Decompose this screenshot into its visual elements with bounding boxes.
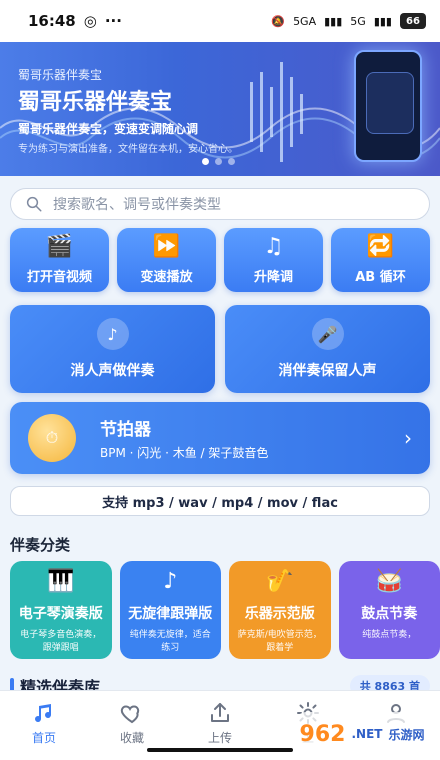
carousel-dot[interactable]: [215, 158, 222, 165]
chevron-right-icon: ›: [404, 426, 412, 450]
fast-forward-icon: ⏩: [152, 233, 181, 259]
battery-indicator: 66: [400, 13, 426, 29]
tab-favorites[interactable]: 收藏: [92, 701, 172, 746]
tool-label: 打开音视频: [26, 269, 92, 285]
search-placeholder: 搜索歌名、调号或伴奏类型: [53, 197, 221, 213]
search-icon: [26, 196, 42, 212]
network-indicator: 5GA: [293, 14, 317, 28]
category-card[interactable]: 🎹 电子琴演奏版 电子琴多音色演奏，跟弹跟唱: [10, 561, 112, 659]
status-icon: ◎: [83, 12, 97, 30]
banner-note: 专为练习与演出准备，文件留在本机，安心省心。: [18, 144, 238, 155]
keep-vocals-card[interactable]: 🎤 消伴奏保留人声: [225, 305, 430, 393]
category-list: 🎹 电子琴演奏版 电子琴多音色演奏，跟弹跟唱 ♪ 无旋律跟弹版 纯伴奏无旋律，适…: [10, 561, 440, 659]
category-title: 乐器示范版: [244, 606, 315, 622]
music-note-icon: ♫: [263, 233, 284, 259]
section-title: 伴奏分类: [10, 536, 71, 554]
formats-text: 支持 mp3 / wav / mp4 / mov / flac: [102, 495, 338, 511]
repeat-icon: 🔁: [366, 233, 395, 259]
category-title: 鼓点节奏: [361, 606, 418, 622]
tab-label: 首页: [31, 731, 56, 745]
metronome-title: 节拍器: [100, 420, 151, 440]
upload-icon: [211, 703, 229, 722]
status-bar: 16:48 ◎ ··· 🔕 5GA ▮▮▮ 5G ▮▮▮ 66: [0, 0, 440, 42]
metronome-icon: ⏱: [28, 414, 76, 462]
signal-icon: ▮▮▮: [324, 14, 343, 28]
category-title: 电子琴演奏版: [18, 606, 103, 622]
category-card[interactable]: ♪ 无旋律跟弹版 纯伴奏无旋律，适合练习: [119, 561, 221, 659]
time: 16:48: [28, 12, 76, 30]
watermark: 962 .NET 乐游网: [296, 712, 428, 756]
search-input[interactable]: 搜索歌名、调号或伴奏类型: [10, 188, 430, 220]
tool-label: 升降调: [253, 269, 293, 285]
tool-speed[interactable]: ⏩ 变速播放: [117, 228, 216, 292]
music-note-icon: ♪: [163, 569, 178, 594]
metronome-card[interactable]: ⏱ 节拍器 BPM · 闪光 · 木鱼 / 架子鼓音色 ›: [10, 402, 430, 474]
category-card[interactable]: 🥁 鼓点节奏 纯鼓点节奏，: [338, 561, 440, 659]
watermark-suffix: .NET: [351, 727, 383, 741]
supported-formats: 支持 mp3 / wav / mp4 / mov / flac: [10, 486, 430, 516]
piano-icon: 🎹: [47, 569, 75, 594]
tab-home[interactable]: 首页: [4, 701, 84, 746]
banner-subtitle: 蜀哥乐器伴奏宝，变速变调随心调: [18, 122, 199, 136]
category-desc: 萨克斯/电吹管示范，跟着学: [237, 630, 322, 653]
watermark-big: 962: [299, 721, 346, 747]
network-indicator-2: 5G: [350, 14, 366, 28]
tab-label: 上传: [207, 731, 232, 745]
more-icon: ···: [104, 12, 122, 30]
banner-title: 蜀哥乐器伴奏宝: [18, 90, 173, 115]
carousel-dot[interactable]: [202, 158, 209, 165]
music-note-icon: [35, 704, 51, 722]
category-desc: 纯伴奏无旋律，适合练习: [129, 630, 211, 653]
tool-open-media[interactable]: 🎬 打开音视频: [10, 228, 109, 292]
mute-icon: 🔕: [271, 14, 286, 28]
tool-pitch[interactable]: ♫ 升降调: [224, 228, 323, 292]
watermark-small: 乐游网: [388, 727, 425, 742]
heart-icon: [120, 705, 140, 724]
tool-label: AB 循环: [355, 269, 406, 285]
separation-cards: ♪ 消人声做伴奏 🎤 消伴奏保留人声: [10, 305, 430, 393]
tool-label: 变速播放: [140, 269, 193, 285]
signal-icon-2: ▮▮▮: [373, 14, 392, 28]
tab-upload[interactable]: 上传: [180, 701, 260, 746]
hero-banner[interactable]: 蜀哥乐器伴奏宝 蜀哥乐器伴奏宝 蜀哥乐器伴奏宝，变速变调随心调 专为练习与演出准…: [0, 42, 440, 176]
tab-label: 收藏: [119, 731, 144, 745]
card-label: 消人声做伴奏: [70, 363, 155, 379]
music-note-icon: ♪: [96, 318, 129, 350]
card-label: 消伴奏保留人声: [278, 363, 377, 379]
phone-illustration: [354, 50, 422, 162]
saxophone-icon: 🎷: [266, 569, 294, 594]
drum-icon: 🥁: [375, 569, 403, 594]
category-card[interactable]: 🎷 乐器示范版 萨克斯/电吹管示范，跟着学: [229, 561, 331, 659]
category-desc: 电子琴多音色演奏，跟弹跟唱: [20, 630, 102, 653]
category-title: 无旋律跟弹版: [128, 606, 213, 622]
remove-vocals-card[interactable]: ♪ 消人声做伴奏: [10, 305, 215, 393]
carousel-dots[interactable]: [202, 158, 235, 165]
home-indicator: [147, 748, 293, 752]
metronome-subtitle: BPM · 闪光 · 木鱼 / 架子鼓音色: [100, 446, 269, 460]
microphone-icon: 🎤: [311, 318, 344, 350]
quick-tools: 🎬 打开音视频 ⏩ 变速播放 ♫ 升降调 🔁 AB 循环: [10, 228, 430, 292]
tool-ab-loop[interactable]: 🔁 AB 循环: [331, 228, 430, 292]
carousel-dot[interactable]: [228, 158, 235, 165]
banner-small-title: 蜀哥乐器伴奏宝: [18, 68, 103, 82]
clapperboard-icon: 🎬: [45, 233, 74, 259]
category-desc: 纯鼓点节奏，: [362, 630, 417, 640]
